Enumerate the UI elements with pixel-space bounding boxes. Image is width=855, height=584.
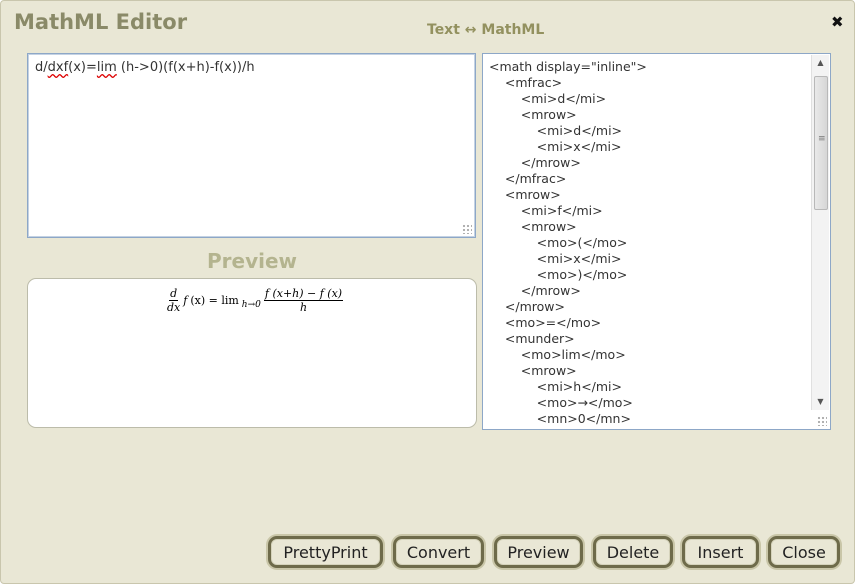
mathml-code-line: <mrow> (489, 187, 561, 202)
mathml-code-line: <mo>)</mo> (489, 267, 628, 282)
mathml-code-line: <munder> (489, 331, 575, 346)
dialog-title: MathML Editor (14, 10, 188, 34)
arrow-down-icon[interactable]: ▼ (812, 394, 829, 410)
text-input-value: d/dxf(x)=lim (h->0)(f(x+h)-f(x))/h (35, 60, 255, 75)
mathml-scrollbar[interactable]: ▲ ≡ ▼ (811, 55, 829, 410)
mathml-code-line: </mrow> (489, 155, 581, 170)
prettyprint-button[interactable]: PrettyPrint (268, 536, 383, 568)
mathml-code-line: <mo>=</mo> (489, 315, 602, 330)
preview-panel: d dx f (x) = lim h→0 f (x+h) − f (x) h (27, 278, 477, 428)
close-button[interactable]: Close (768, 536, 840, 568)
mathml-code: <math display="inline"> <mfrac> <mi>d</m… (489, 59, 809, 426)
mathml-code-line: <mrow> (489, 219, 577, 234)
arrow-up-icon[interactable]: ▲ (812, 55, 829, 71)
mathml-code-line: <mfrac> (489, 75, 563, 90)
mathml-code-line: <math display="inline"> (489, 59, 647, 74)
mathml-code-line: <mn>0</mn> (489, 411, 631, 426)
mathml-code-line: <mrow> (489, 107, 577, 122)
convert-button[interactable]: Convert (393, 536, 484, 568)
mathml-code-line: </mrow> (489, 299, 565, 314)
delete-button[interactable]: Delete (593, 536, 673, 568)
dialog-subtitle: Text ↔ MathML (427, 22, 545, 38)
resize-grip-icon[interactable] (462, 224, 472, 234)
mathml-code-line: <mi>h</mi> (489, 379, 623, 394)
mathml-output-area[interactable]: <math display="inline"> <mfrac> <mi>d</m… (482, 53, 831, 430)
mathml-code-line: </mfrac> (489, 171, 567, 186)
scrollbar-thumb[interactable]: ≡ (814, 76, 828, 210)
mathml-code-line: <mo>lim</mo> (489, 347, 626, 362)
preview-heading: Preview (207, 249, 298, 273)
mathml-code-line: </mrow> (489, 283, 581, 298)
close-icon[interactable]: ✖ (831, 14, 844, 30)
formula-fraction-difference: f (x+h) − f (x) h (263, 287, 344, 314)
mathml-code-line: <mi>d</mi> (489, 91, 607, 106)
mathml-code-line: <mi>x</mi> (489, 139, 622, 154)
resize-grip-icon[interactable] (817, 416, 827, 426)
preview-button[interactable]: Preview (494, 536, 583, 568)
mathml-editor-dialog: MathML Editor Text ↔ MathML ✖ d/dxf(x)=l… (0, 0, 855, 584)
formula-fraction-d-dx: d dx (167, 287, 181, 314)
rendered-formula: d dx f (x) = lim h→0 f (x+h) − f (x) h (167, 287, 344, 314)
mathml-code-line: <mo>(</mo> (489, 235, 628, 250)
mathml-code-line: <mrow> (489, 363, 577, 378)
text-input-area[interactable]: d/dxf(x)=lim (h->0)(f(x+h)-f(x))/h (27, 53, 476, 238)
insert-button[interactable]: Insert (682, 536, 759, 568)
mathml-code-line: <mi>x</mi> (489, 251, 622, 266)
mathml-code-line: <mi>d</mi> (489, 123, 623, 138)
mathml-code-line: <mi>f</mi> (489, 203, 603, 218)
mathml-code-line: <mo>→</mo> (489, 395, 633, 410)
